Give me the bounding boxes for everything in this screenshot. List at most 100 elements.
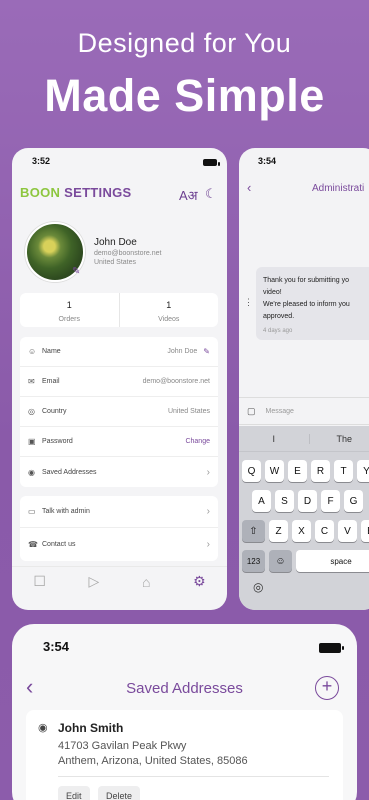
field-value: demo@boonstore.net (142, 378, 210, 385)
lock-icon: ▣ (28, 437, 36, 446)
divider (58, 776, 329, 777)
field-label: Name (42, 348, 61, 355)
field-password[interactable]: ▣ Password Change (20, 427, 218, 457)
stat-orders[interactable]: 1 Orders (20, 293, 119, 327)
gift-icon[interactable]: ☐ (33, 573, 46, 590)
gear-icon[interactable]: ⚙ (193, 573, 206, 590)
globe-icon[interactable]: ◎ (253, 580, 263, 594)
shift-icon[interactable]: ⇧ (242, 520, 265, 542)
addresses-phone: 3:54 ‹ Saved Addresses + ◉ John Smith 41… (12, 624, 357, 800)
address-line2: Anthem, Arizona, United States, 85086 (58, 755, 248, 767)
delete-button[interactable]: Delete (98, 786, 141, 800)
attachment-icon[interactable]: ▢ (247, 406, 256, 417)
headline-line1: Designed for You (77, 28, 292, 58)
key[interactable]: T (334, 460, 353, 482)
stat-value: 1 (66, 300, 72, 310)
field-value: United States (167, 408, 210, 415)
stat-label: Videos (158, 316, 180, 323)
link-label: Contact us (42, 540, 76, 548)
tab-bar: ☐ ▷ ⌂ ⚙ (12, 566, 227, 596)
logo-boon: BOON (20, 185, 61, 200)
pencil-icon[interactable]: ✎ (72, 266, 80, 277)
page-title: Saved Addresses (126, 680, 243, 697)
back-chevron-icon[interactable]: ‹ (247, 180, 251, 195)
talk-with-admin-link[interactable]: ▭ Talk with admin › (20, 496, 218, 528)
change-password-link[interactable]: Change (185, 438, 210, 445)
stats-card: 1 Orders 1 Videos (20, 293, 218, 327)
key[interactable]: Z (269, 520, 288, 542)
status-time: 3:52 (32, 156, 51, 166)
mail-icon: ✉ (28, 377, 35, 386)
key[interactable]: D (298, 490, 317, 512)
profile-country: United States (94, 259, 137, 266)
profile-name: John Doe (94, 237, 137, 248)
address-line1: 41703 Gavilan Peak Pkwy (58, 740, 187, 752)
user-icon: ☺ (28, 347, 37, 356)
key[interactable]: W (265, 460, 284, 482)
basket-icon[interactable]: ⌂ (142, 574, 150, 590)
address-name: John Smith (58, 721, 124, 735)
key[interactable]: A (252, 490, 271, 512)
suggestion[interactable]: The (308, 433, 369, 444)
message-timestamp: 4 days ago (263, 328, 293, 334)
key-row: A S D F G (252, 490, 367, 512)
chat-icon: ▭ (28, 507, 36, 516)
address-card: ◉ John Smith 41703 Gavilan Peak Pkwy Ant… (26, 710, 343, 800)
add-address-button[interactable]: + (315, 676, 339, 700)
message-line: video! (263, 289, 282, 296)
pin-icon: ◉ (28, 467, 35, 477)
key[interactable]: F (321, 490, 340, 512)
field-saved-addresses[interactable]: ◉ Saved Addresses › (20, 457, 218, 487)
more-options-icon[interactable]: ⋮ (244, 297, 253, 308)
status-time: 3:54 (43, 639, 70, 654)
key[interactable]: C (315, 520, 334, 542)
chevron-right-icon: › (206, 506, 210, 517)
message-line: approved. (263, 313, 295, 320)
stat-label: Orders (58, 316, 80, 323)
field-label: Country (42, 408, 67, 415)
message-input[interactable]: Message (266, 408, 294, 415)
chevron-right-icon: › (206, 538, 210, 550)
settings-phone: 3:52 BOON SETTINGS Aअ ☾ ✎ John Doe demo@… (12, 148, 227, 610)
field-label: Email (42, 378, 60, 385)
key[interactable]: Y (357, 460, 369, 482)
logo-settings: SETTINGS (64, 185, 132, 200)
key[interactable]: E (288, 460, 307, 482)
field-name[interactable]: ☺ Name John Doe ✎ (20, 337, 218, 367)
space-key[interactable]: space (296, 550, 369, 572)
link-label: Talk with admin (42, 508, 90, 515)
pencil-icon[interactable]: ✎ (203, 347, 210, 356)
pin-icon: ◉ (38, 722, 48, 734)
field-country[interactable]: ◎ Country United States (20, 397, 218, 427)
status-time: 3:54 (258, 156, 277, 166)
message-line: Thank you for submitting yo (263, 277, 349, 284)
numbers-key[interactable]: 123 (242, 550, 265, 572)
suggestion[interactable]: I (239, 434, 309, 444)
message-bubble: Thank you for submitting yo video! We're… (256, 267, 369, 340)
contact-us-link[interactable]: ☎ Contact us › (20, 528, 218, 560)
key[interactable]: G (344, 490, 363, 512)
translate-icon[interactable]: Aअ (179, 186, 198, 204)
key[interactable]: V (338, 520, 357, 542)
key-row: Q W E R T Y (242, 460, 369, 482)
key[interactable]: X (292, 520, 311, 542)
app-logo: BOON SETTINGS (20, 185, 132, 200)
chevron-right-icon: › (206, 466, 210, 478)
keyboard: I The Q W E R T Y A S D F G ⇧ Z X C V B … (239, 426, 369, 610)
battery-icon (203, 159, 220, 166)
message-line: We're pleased to inform you (263, 301, 350, 308)
key[interactable]: R (311, 460, 330, 482)
key[interactable]: B (361, 520, 369, 542)
phone-icon: ☎ (28, 539, 38, 549)
headline-line2: Made Simple (44, 70, 325, 121)
key[interactable]: S (275, 490, 294, 512)
emoji-icon[interactable]: ☺ (269, 550, 292, 572)
key[interactable]: Q (242, 460, 261, 482)
field-email[interactable]: ✉ Email demo@boonstore.net (20, 367, 218, 397)
stat-value: 1 (166, 300, 172, 310)
video-icon[interactable]: ▷ (89, 573, 100, 590)
moon-icon[interactable]: ☾ (205, 186, 217, 202)
edit-button[interactable]: Edit (58, 786, 90, 800)
stat-videos[interactable]: 1 Videos (118, 293, 219, 327)
field-value: John Doe (167, 348, 198, 355)
